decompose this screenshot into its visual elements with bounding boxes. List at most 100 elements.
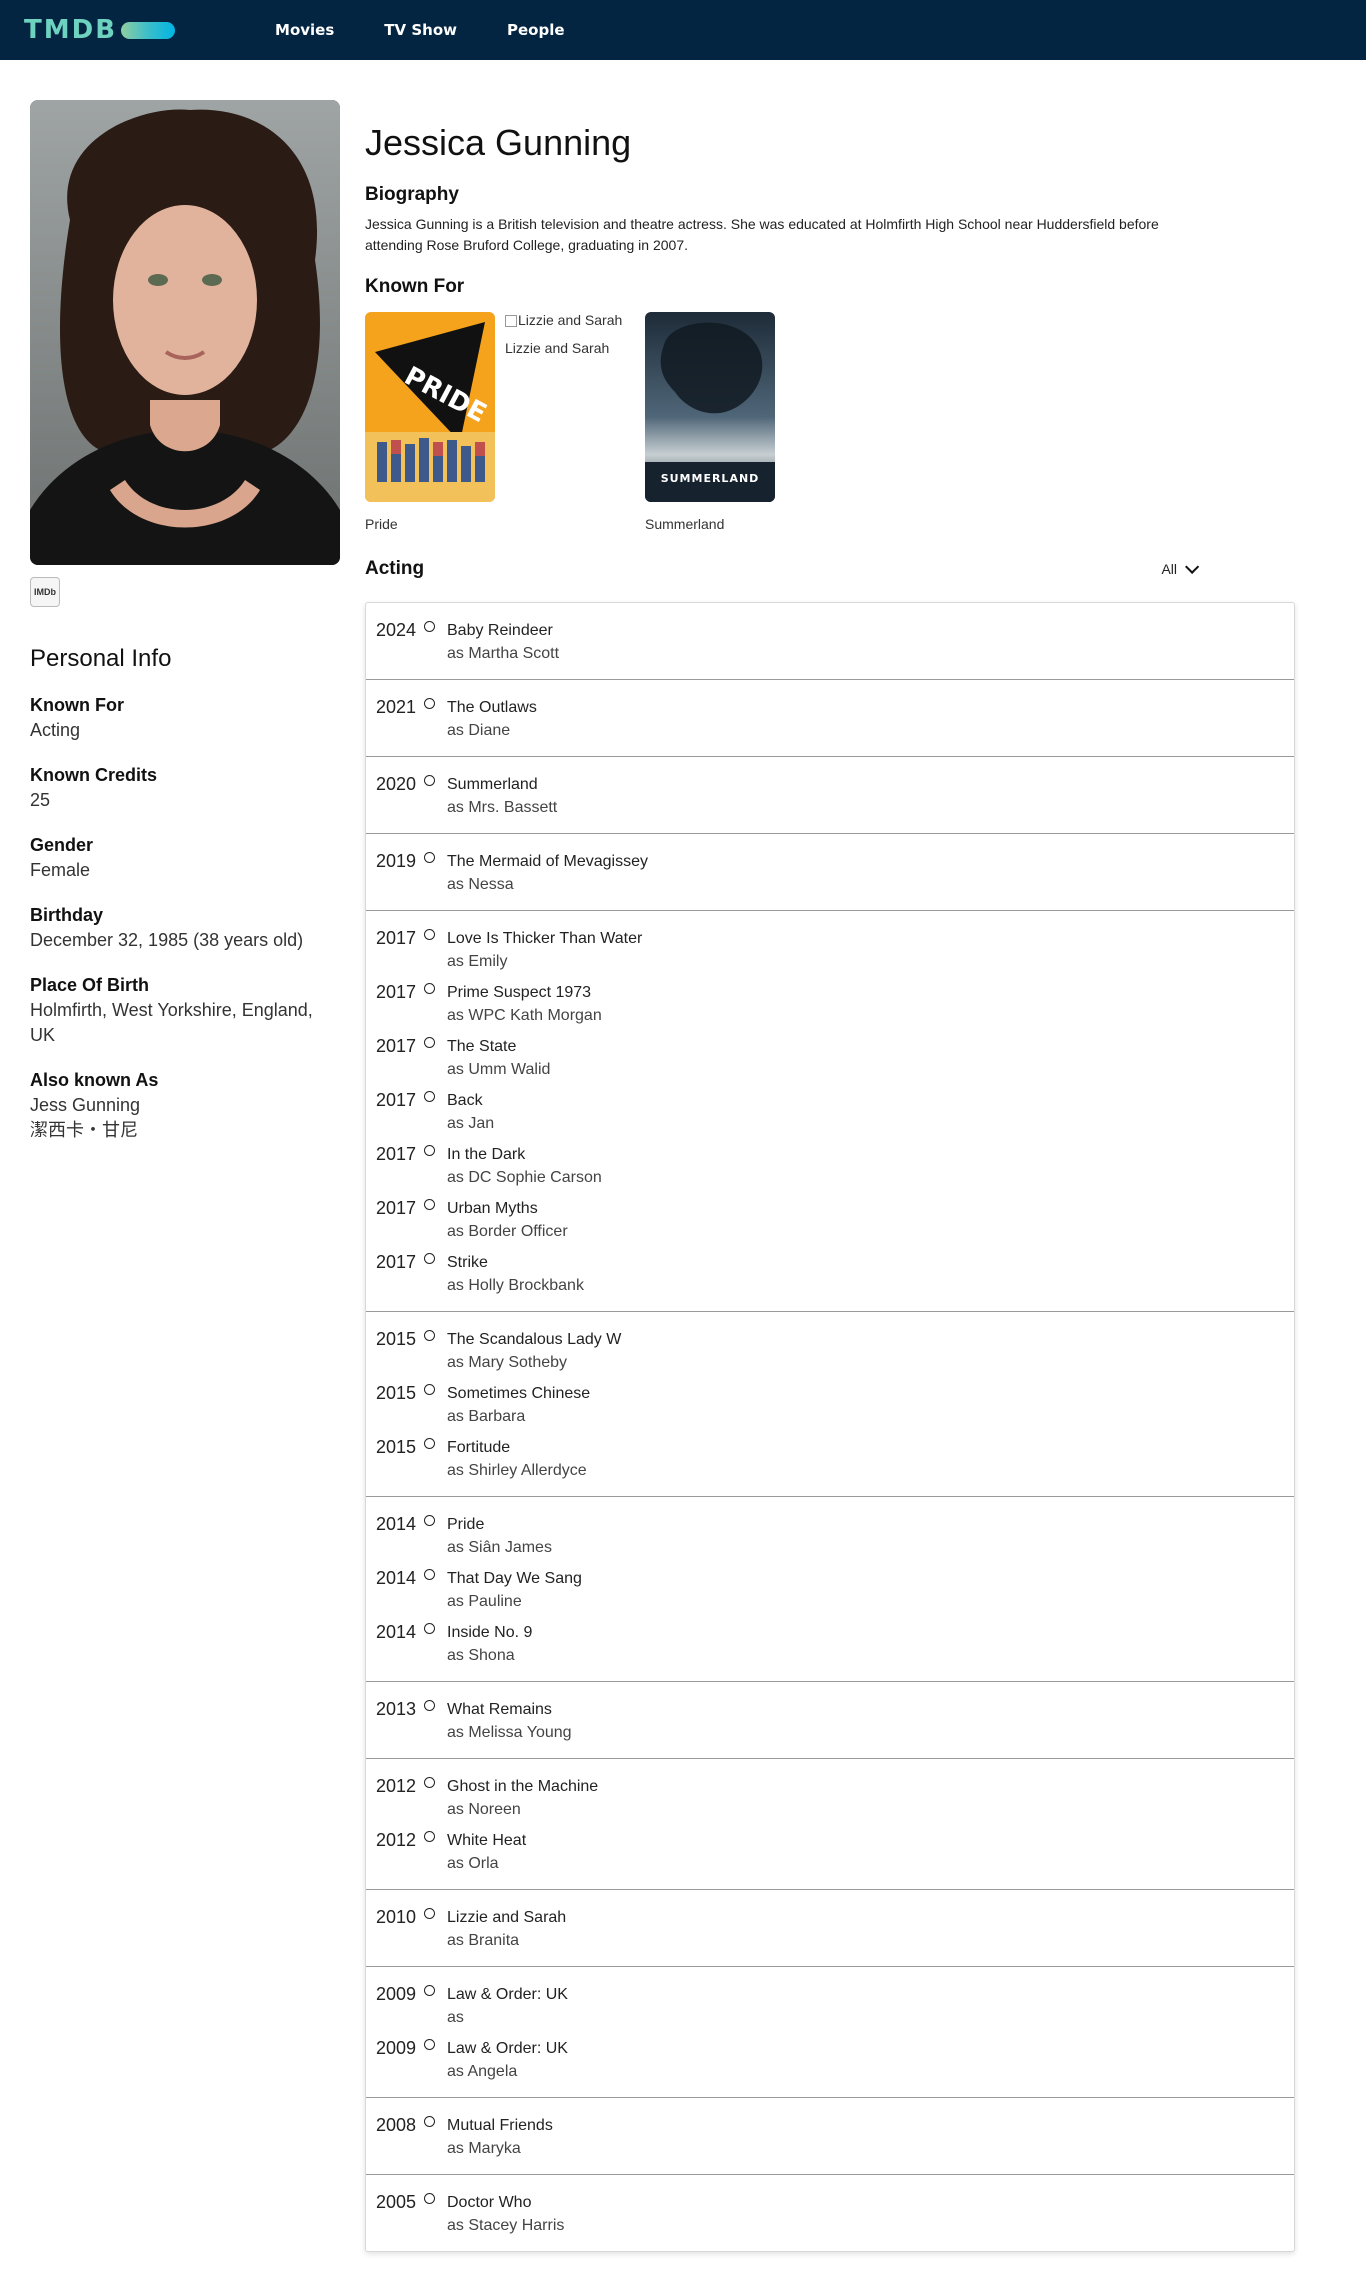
circle-icon (424, 1777, 435, 1788)
circle-icon (424, 1985, 435, 1996)
known-for-card-pride[interactable]: PRIDE Pride (365, 312, 495, 532)
acting-header: Acting All (365, 558, 1295, 580)
credit-row[interactable]: 2009 Law & Order: UK as Angela (376, 2037, 1284, 2083)
known-for-card-summerland[interactable]: SUMMERLAND Summerland (645, 312, 775, 532)
circle-icon (424, 1515, 435, 1526)
credit-row[interactable]: 2012 White Heat as Orla (376, 1829, 1284, 1875)
credit-row[interactable]: 2015 Sometimes Chinese as Barbara (376, 1382, 1284, 1428)
credit-year: 2015 (376, 1437, 417, 1457)
credit-row[interactable]: 2014 Inside No. 9 as Shona (376, 1621, 1284, 1667)
credit-year: 2017 (376, 1090, 417, 1110)
field-value: Jess Gunning (30, 1095, 141, 1115)
credit-info: In the Dark as DC Sophie Carson (447, 1143, 602, 1189)
credit-row[interactable]: 2010 Lizzie and Sarah as Branita (376, 1906, 1284, 1952)
credit-title[interactable]: Mutual Friends (447, 2114, 553, 2137)
credit-title[interactable]: Prime Suspect 1973 (447, 981, 602, 1004)
circle-icon (424, 852, 435, 863)
credit-row[interactable]: 2017 Urban Myths as Border Officer (376, 1197, 1284, 1243)
credit-row[interactable]: 2017 Back as Jan (376, 1089, 1284, 1135)
acting-credits-list: 2024 Baby Reindeer as Martha Scott 2021 The … (365, 602, 1295, 2252)
known-for-caption[interactable]: Summerland (645, 516, 775, 532)
credit-row[interactable]: 2014 That Day We Sang as Pauline (376, 1567, 1284, 1613)
credit-title[interactable]: Law & Order: UK (447, 2037, 568, 2060)
credit-title[interactable]: The State (447, 1035, 550, 1058)
credit-title[interactable]: Back (447, 1089, 494, 1112)
credit-title[interactable]: The Outlaws (447, 696, 537, 719)
credit-info: That Day We Sang as Pauline (447, 1567, 582, 1613)
credit-title[interactable]: Pride (447, 1513, 552, 1536)
acting-filter-dropdown[interactable]: All (1161, 559, 1200, 577)
known-for-title: Known For (365, 276, 465, 297)
credit-title[interactable]: Doctor Who (447, 2191, 564, 2214)
credit-row[interactable]: 2017 In the Dark as DC Sophie Carson (376, 1143, 1284, 1189)
credit-title[interactable]: Inside No. 9 (447, 1621, 532, 1644)
credit-info: The Scandalous Lady W as Mary Sotheby (447, 1328, 621, 1374)
credit-row[interactable]: 2008 Mutual Friends as Maryka (376, 2114, 1284, 2160)
credit-row[interactable]: 2024 Baby Reindeer as Martha Scott (376, 619, 1284, 665)
credit-title[interactable]: Sometimes Chinese (447, 1382, 590, 1405)
credit-role: as Melissa Young (447, 1724, 572, 1741)
credit-row[interactable]: 2017 The State as Umm Walid (376, 1035, 1284, 1081)
credit-title[interactable]: Love Is Thicker Than Water (447, 927, 642, 950)
credit-title[interactable]: The Scandalous Lady W (447, 1328, 621, 1351)
credit-title[interactable]: Fortitude (447, 1436, 587, 1459)
credit-info: Baby Reindeer as Martha Scott (447, 619, 559, 665)
pride-poster[interactable]: PRIDE (365, 312, 495, 502)
credit-row[interactable]: 2014 Pride as Siân James (376, 1513, 1284, 1559)
credit-info: Fortitude as Shirley Allerdyce (447, 1436, 587, 1482)
known-for-caption[interactable]: Pride (365, 516, 495, 532)
credit-row[interactable]: 2015 Fortitude as Shirley Allerdyce (376, 1436, 1284, 1482)
credit-title[interactable]: In the Dark (447, 1143, 602, 1166)
credit-info: Sometimes Chinese as Barbara (447, 1382, 590, 1428)
known-for-caption[interactable]: Lizzie and Sarah (505, 340, 635, 356)
credit-title[interactable]: White Heat (447, 1829, 526, 1852)
credit-row[interactable]: 2005 Doctor Who as Stacey Harris (376, 2191, 1284, 2237)
broken-image[interactable]: Lizzie and Sarah (505, 312, 635, 328)
nav-tv-show[interactable]: TV Show (384, 21, 457, 39)
credit-title[interactable]: The Mermaid of Mevagissey (447, 850, 648, 873)
person-page: IMDb Personal Info Known For Acting Know… (0, 60, 1366, 2252)
biography-text: Jessica Gunning is a British television … (365, 216, 1159, 253)
credit-year: 2020 (376, 774, 417, 794)
nav-movies[interactable]: Movies (275, 21, 334, 39)
credit-title[interactable]: Baby Reindeer (447, 619, 559, 642)
credit-role: as Nessa (447, 876, 514, 893)
credit-group: 2019 The Mermaid of Mevagissey as Nessa (366, 834, 1294, 911)
broken-image-alt: Lizzie and Sarah (518, 312, 623, 328)
credit-row[interactable]: 2015 The Scandalous Lady W as Mary Sotheby (376, 1328, 1284, 1374)
circle-icon (424, 1831, 435, 1842)
credit-title[interactable]: Strike (447, 1251, 584, 1274)
credit-title[interactable]: Urban Myths (447, 1197, 568, 1220)
credit-row[interactable]: 2021 The Outlaws as Diane (376, 696, 1284, 742)
credit-title[interactable]: That Day We Sang (447, 1567, 582, 1590)
credit-row[interactable]: 2017 Prime Suspect 1973 as WPC Kath Morgan (376, 981, 1284, 1027)
credit-row[interactable]: 2020 Summerland as Mrs. Bassett (376, 773, 1284, 819)
credit-row[interactable]: 2019 The Mermaid of Mevagissey as Nessa (376, 850, 1284, 896)
credit-row[interactable]: 2017 Strike as Holly Brockbank (376, 1251, 1284, 1297)
circle-icon (424, 929, 435, 940)
credit-title[interactable]: Law & Order: UK (447, 1983, 568, 2006)
credit-row[interactable]: 2017 Love Is Thicker Than Water as Emily (376, 927, 1284, 973)
credit-role: as Maryka (447, 2140, 521, 2157)
credit-row[interactable]: 2012 Ghost in the Machine as Noreen (376, 1775, 1284, 1821)
credit-info: Law & Order: UK as (447, 1983, 568, 2029)
credit-role: as Mary Sotheby (447, 1354, 568, 1371)
summerland-poster[interactable]: SUMMERLAND (645, 312, 775, 502)
known-for-card-lizzie-and-sarah[interactable]: Lizzie and Sarah Lizzie and Sarah (505, 312, 635, 532)
credit-title[interactable]: Summerland (447, 773, 557, 796)
credit-year: 2012 (376, 1830, 417, 1850)
tmdb-logo[interactable]: TMDB (24, 15, 176, 45)
credit-title[interactable]: What Remains (447, 1698, 572, 1721)
credit-year: 2009 (376, 1984, 417, 2004)
credit-title[interactable]: Ghost in the Machine (447, 1775, 598, 1798)
chevron-down-icon (1185, 559, 1200, 574)
credit-row[interactable]: 2009 Law & Order: UK as (376, 1983, 1284, 2029)
credit-row[interactable]: 2013 What Remains as Melissa Young (376, 1698, 1284, 1744)
credit-title[interactable]: Lizzie and Sarah (447, 1906, 566, 1929)
credit-group: 2008 Mutual Friends as Maryka (366, 2098, 1294, 2175)
right-column: Jessica Gunning Biography Jessica Gunnin… (365, 100, 1295, 2252)
credit-year: 2008 (376, 2115, 417, 2135)
nav-people[interactable]: People (507, 21, 565, 39)
credit-role: as Diane (447, 722, 511, 739)
imdb-icon[interactable]: IMDb (30, 577, 60, 607)
